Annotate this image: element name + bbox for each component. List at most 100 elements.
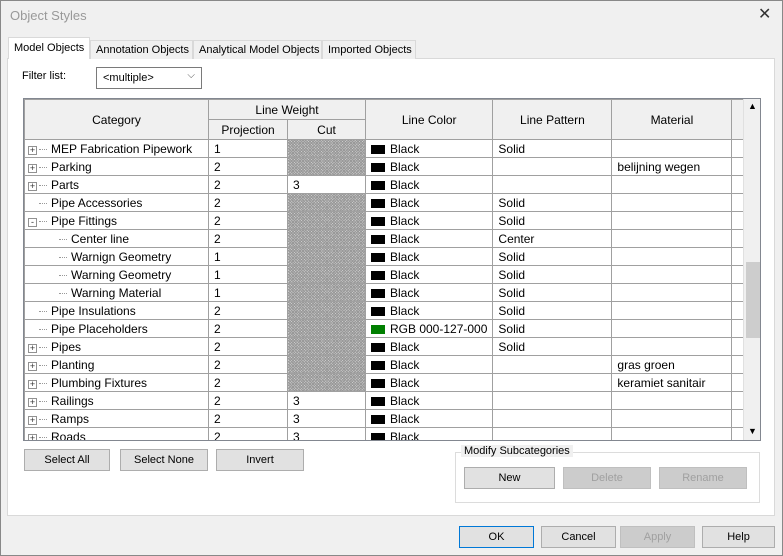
line-color-cell[interactable]: Black — [364, 355, 494, 374]
line-pattern-cell[interactable]: Solid — [492, 265, 613, 284]
projection-cell[interactable]: 1 — [208, 283, 288, 302]
line-color-cell[interactable]: Black — [364, 175, 494, 194]
category-cell[interactable]: + MEP Fabrication Pipework — [24, 139, 209, 158]
tab-model-objects[interactable]: Model Objects — [8, 37, 90, 59]
table-row[interactable]: + Parts 2 3 Black — [24, 175, 753, 194]
table-row[interactable]: + Parking 2 Black belijning wegen — [24, 157, 753, 176]
projection-cell[interactable]: 2 — [208, 373, 288, 392]
cut-cell[interactable] — [287, 211, 366, 230]
projection-cell[interactable]: 2 — [208, 301, 288, 320]
invert-button[interactable]: Invert — [216, 449, 304, 471]
cut-cell[interactable] — [287, 157, 366, 176]
line-pattern-cell[interactable]: Center — [492, 229, 613, 248]
material-cell[interactable] — [611, 319, 733, 338]
table-row[interactable]: Pipe Placeholders 2 RGB 000-127-000 Solid — [24, 319, 753, 338]
expand-icon[interactable]: + — [28, 145, 37, 155]
cut-cell[interactable] — [287, 301, 366, 320]
expand-icon[interactable]: + — [28, 379, 37, 389]
line-color-cell[interactable]: Black — [364, 373, 494, 392]
projection-cell[interactable]: 2 — [208, 157, 288, 176]
category-cell[interactable]: Center line — [24, 229, 209, 248]
material-cell[interactable] — [611, 409, 733, 428]
line-pattern-cell[interactable]: Solid — [492, 139, 613, 158]
category-cell[interactable]: Warnign Geometry — [24, 247, 209, 266]
cut-cell[interactable] — [287, 373, 366, 392]
expand-icon[interactable]: + — [28, 397, 37, 407]
line-color-cell[interactable]: RGB 000-127-000 — [364, 319, 494, 338]
select-none-button[interactable]: Select None — [120, 449, 208, 471]
scrollbar-thumb[interactable] — [746, 262, 760, 338]
projection-cell[interactable]: 2 — [208, 337, 288, 356]
table-row[interactable]: Pipe Accessories 2 Black Solid — [24, 193, 753, 212]
material-cell[interactable] — [611, 391, 733, 410]
material-cell[interactable] — [611, 175, 733, 194]
category-cell[interactable]: + Planting — [24, 355, 209, 374]
table-row[interactable]: + Ramps 2 3 Black — [24, 409, 753, 428]
cut-cell[interactable]: 3 — [287, 175, 366, 194]
table-row[interactable]: + Plumbing Fixtures 2 Black keramiet sanitai… — [24, 373, 753, 392]
cut-cell[interactable] — [287, 283, 366, 302]
line-pattern-cell[interactable]: Solid — [492, 337, 613, 356]
line-pattern-cell[interactable] — [492, 175, 613, 194]
header-line-color[interactable]: Line Color — [364, 99, 494, 140]
material-cell[interactable] — [611, 193, 733, 212]
cut-cell[interactable] — [287, 247, 366, 266]
category-cell[interactable]: Pipe Accessories — [24, 193, 209, 212]
table-row[interactable]: + Pipes 2 Black Solid — [24, 337, 753, 356]
line-color-cell[interactable]: Black — [364, 265, 494, 284]
projection-cell[interactable]: 2 — [208, 319, 288, 338]
projection-cell[interactable]: 2 — [208, 211, 288, 230]
line-color-cell[interactable]: Black — [364, 211, 494, 230]
cut-cell[interactable]: 3 — [287, 427, 366, 440]
expand-icon[interactable]: + — [28, 181, 37, 191]
collapse-icon[interactable]: - — [28, 217, 37, 227]
projection-cell[interactable]: 2 — [208, 229, 288, 248]
apply-button[interactable]: Apply — [620, 526, 695, 548]
line-color-cell[interactable]: Black — [364, 427, 494, 440]
vertical-scrollbar[interactable]: ▲ ▼ — [743, 99, 760, 440]
help-button[interactable]: Help — [702, 526, 775, 548]
category-cell[interactable]: Pipe Insulations — [24, 301, 209, 320]
table-row[interactable]: Warnign Geometry 1 Black Solid — [24, 247, 753, 266]
header-line-pattern[interactable]: Line Pattern — [492, 99, 613, 140]
material-cell[interactable]: keramiet sanitair — [611, 373, 733, 392]
category-cell[interactable]: + Parking — [24, 157, 209, 176]
cut-cell[interactable]: 3 — [287, 391, 366, 410]
category-cell[interactable]: + Ramps — [24, 409, 209, 428]
line-pattern-cell[interactable]: Solid — [492, 247, 613, 266]
projection-cell[interactable]: 1 — [208, 247, 288, 266]
line-pattern-cell[interactable] — [492, 355, 613, 374]
material-cell[interactable] — [611, 139, 733, 158]
expand-icon[interactable]: + — [28, 433, 37, 440]
cut-cell[interactable] — [287, 229, 366, 248]
table-row[interactable]: + Planting 2 Black gras groen — [24, 355, 753, 374]
line-pattern-cell[interactable]: Solid — [492, 283, 613, 302]
cancel-button[interactable]: Cancel — [541, 526, 616, 548]
line-pattern-cell[interactable]: Solid — [492, 211, 613, 230]
line-color-cell[interactable]: Black — [364, 337, 494, 356]
projection-cell[interactable]: 1 — [208, 139, 288, 158]
cut-cell[interactable] — [287, 319, 366, 338]
material-cell[interactable]: gras groen — [611, 355, 733, 374]
material-cell[interactable] — [611, 211, 733, 230]
material-cell[interactable] — [611, 337, 733, 356]
line-color-cell[interactable]: Black — [364, 229, 494, 248]
category-cell[interactable]: Warning Geometry — [24, 265, 209, 284]
line-color-cell[interactable]: Black — [364, 193, 494, 212]
category-cell[interactable]: + Plumbing Fixtures — [24, 373, 209, 392]
filter-list-dropdown[interactable]: <multiple> ⌵ — [96, 67, 202, 89]
cut-cell[interactable] — [287, 337, 366, 356]
cut-cell[interactable] — [287, 193, 366, 212]
header-material[interactable]: Material — [611, 99, 733, 140]
expand-icon[interactable]: + — [28, 343, 37, 353]
cut-cell[interactable]: 3 — [287, 409, 366, 428]
scroll-down-icon[interactable]: ▼ — [748, 426, 757, 436]
close-icon[interactable]: ✕ — [758, 4, 771, 24]
projection-cell[interactable]: 2 — [208, 391, 288, 410]
line-color-cell[interactable]: Black — [364, 283, 494, 302]
line-color-cell[interactable]: Black — [364, 139, 494, 158]
material-cell[interactable] — [611, 301, 733, 320]
line-color-cell[interactable]: Black — [364, 247, 494, 266]
expand-icon[interactable]: + — [28, 163, 37, 173]
line-pattern-cell[interactable]: Solid — [492, 319, 613, 338]
